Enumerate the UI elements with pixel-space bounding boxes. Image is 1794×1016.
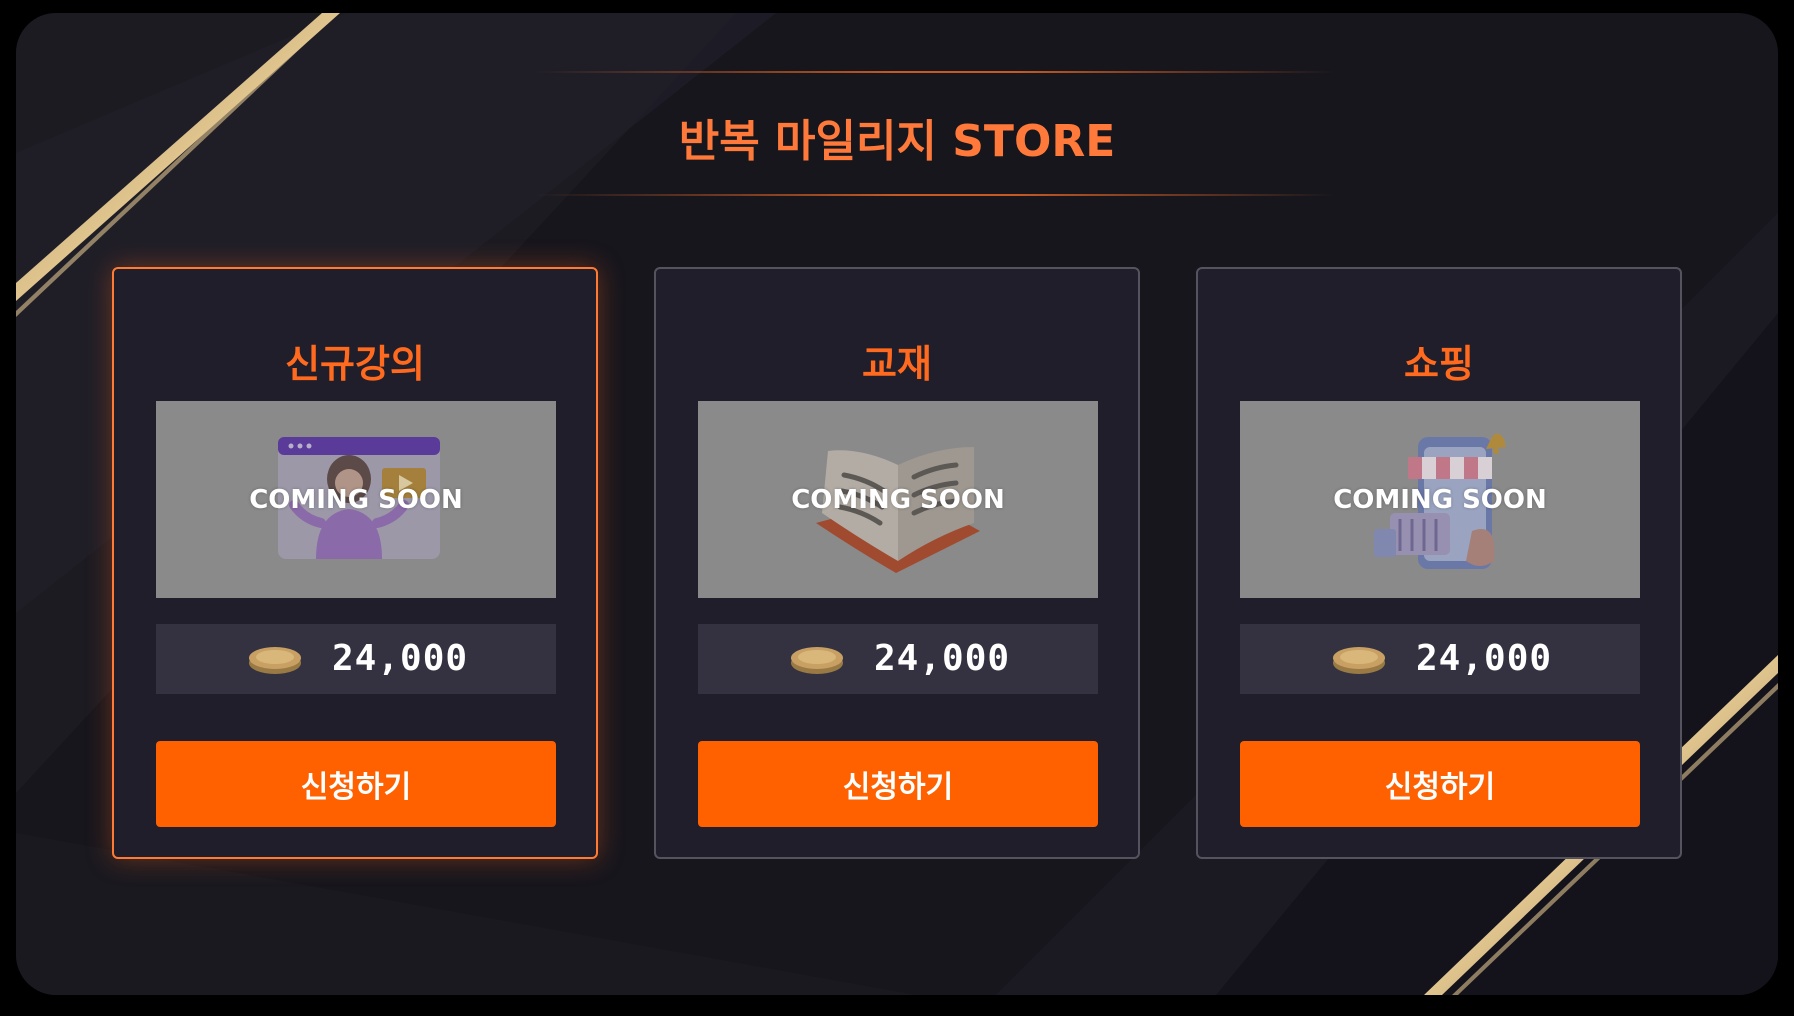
card-thumbnail: COMING SOON	[1240, 401, 1640, 598]
price-box: 24,000	[1240, 624, 1640, 694]
gold-coin-icon	[791, 647, 843, 674]
price-box: 24,000	[698, 624, 1098, 694]
price-value: 24,000	[1416, 638, 1553, 679]
card-title: 쇼핑	[1404, 342, 1474, 386]
apply-button[interactable]: 신청하기	[1240, 741, 1640, 827]
title-divider-bottom	[536, 194, 1336, 196]
store-card-shopping[interactable]: 쇼핑 COMING SOON 24,000 신청하기	[1196, 267, 1682, 859]
card-thumbnail: COMING SOON	[698, 401, 1098, 598]
store-panel: 반복 마일리지 STORE 신규강의 COMING SOON 24,000 신청…	[16, 13, 1778, 995]
store-header: 반복 마일리지 STORE	[16, 13, 1778, 213]
card-thumbnail: COMING SOON	[156, 401, 556, 598]
gold-coin-icon	[249, 647, 301, 674]
card-title: 신규강의	[285, 342, 425, 386]
store-card-new-lecture[interactable]: 신규강의 COMING SOON 24,000 신청하기	[112, 267, 598, 859]
coming-soon-label: COMING SOON	[1333, 485, 1547, 515]
coming-soon-label: COMING SOON	[249, 485, 463, 515]
coming-soon-label: COMING SOON	[791, 485, 1005, 515]
price-box: 24,000	[156, 624, 556, 694]
apply-button[interactable]: 신청하기	[156, 741, 556, 827]
price-value: 24,000	[874, 638, 1011, 679]
price-value: 24,000	[332, 638, 469, 679]
apply-button[interactable]: 신청하기	[698, 741, 1098, 827]
title-divider-top	[536, 71, 1336, 73]
gold-coin-icon	[1333, 647, 1385, 674]
card-title: 교재	[862, 342, 932, 386]
page-title: 반복 마일리지 STORE	[678, 116, 1116, 167]
store-card-textbook[interactable]: 교재 COMING SOON 24,000 신청하기	[654, 267, 1140, 859]
